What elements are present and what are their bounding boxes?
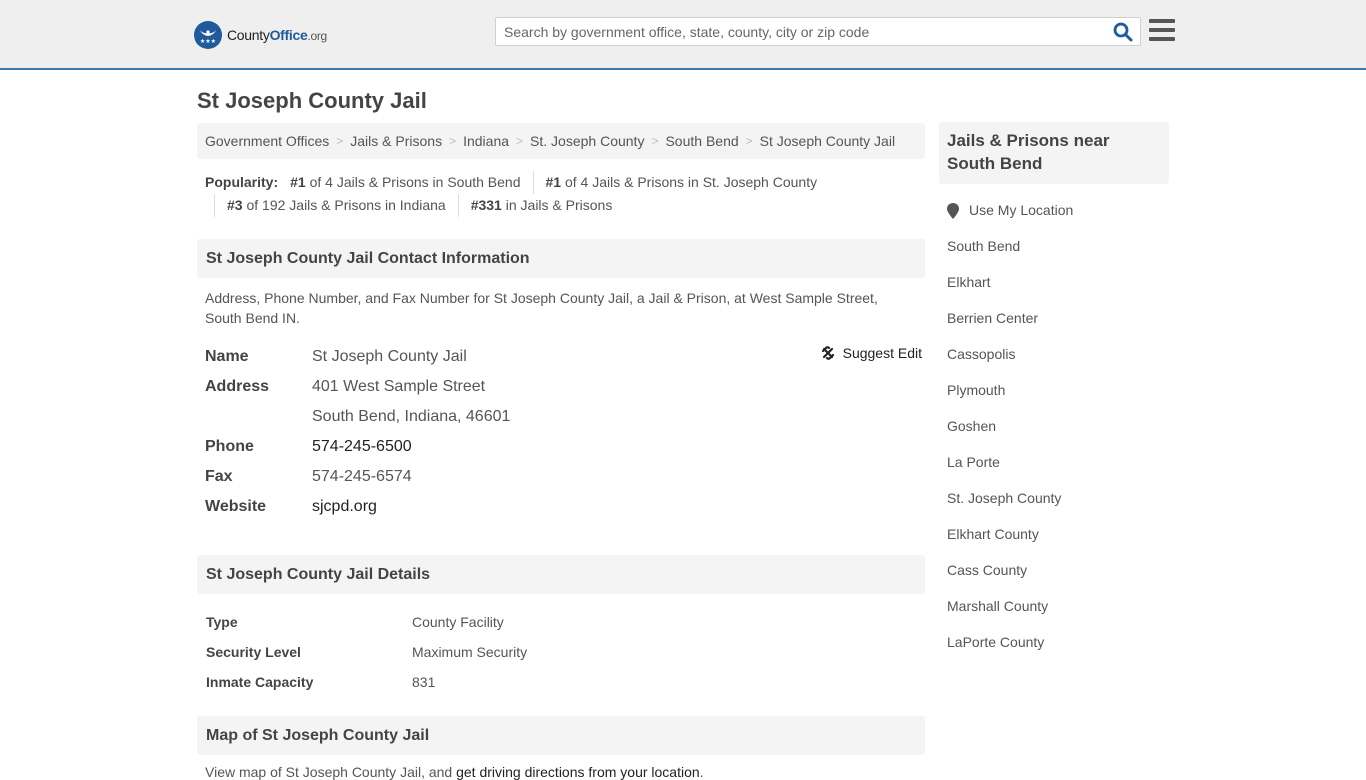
popularity-label: Popularity: [205,174,279,190]
nearby-link[interactable]: St. Joseph County [947,490,1061,506]
use-my-location[interactable]: Use My Location [947,202,1169,238]
breadcrumb-st-joseph-county[interactable]: St. Joseph County [530,133,644,149]
eagle-logo-icon: ★★★ [194,21,222,49]
contact-info: Suggest Edit Name St Joseph County Jail … [197,328,925,522]
breadcrumb-jails-prisons[interactable]: Jails & Prisons [350,133,442,149]
facility-name: St Joseph County Jail [312,348,467,365]
nearby-link[interactable]: Cass County [947,562,1027,578]
sidebar-heading: Jails & Prisons near South Bend [939,122,1169,184]
breadcrumb: Government Offices > Jails & Prisons > I… [197,123,925,159]
top-bar: ★★★ CountyOffice.org [0,0,1366,70]
phone-row: Phone 574-245-6500 [205,438,412,455]
nearby-link[interactable]: Elkhart County [947,526,1039,542]
main-content: Government Offices > Jails & Prisons > I… [197,123,925,780]
breadcrumb-separator: > [336,134,344,148]
details-table: Type County Facility Security Level Maxi… [197,594,925,697]
nearby-link[interactable]: Elkhart [947,274,991,290]
nearby-link[interactable]: Plymouth [947,382,1005,398]
nearby-link[interactable]: Berrien Center [947,310,1038,326]
contact-heading: St Joseph County Jail Contact Informatio… [197,239,925,278]
website-link[interactable]: sjcpd.org [312,498,377,515]
nearby-list: Use My Location South Bend Elkhart Berri… [939,184,1169,670]
search-icon [1113,22,1133,42]
breadcrumb-government-offices[interactable]: Government Offices [205,133,329,149]
unlink-icon [821,346,834,360]
breadcrumb-separator: > [516,134,524,148]
hamburger-menu-icon[interactable] [1149,19,1175,43]
page-title: St Joseph County Jail [197,88,427,113]
fax-row: Fax 574-245-6574 [205,462,917,492]
name-row: Name St Joseph County Jail [205,342,917,372]
svg-text:★★★: ★★★ [200,38,216,45]
address-row-2: South Bend, Indiana, 46601 [205,402,917,432]
suggest-edit[interactable]: Suggest Edit [820,345,922,361]
sidebar: Jails & Prisons near South Bend Use My L… [939,122,1169,670]
search-button[interactable] [1112,21,1134,43]
breadcrumb-separator: > [449,134,457,148]
site-logo[interactable]: ★★★ CountyOffice.org [194,21,327,49]
popularity-rank: #3 of 192 Jails & Prisons in Indiana [214,194,458,217]
detail-row: Type County Facility [206,614,504,630]
address-row: Address 401 West Sample Street [205,372,917,402]
nearby-link[interactable]: Marshall County [947,598,1048,614]
search-input[interactable] [496,18,1096,45]
popularity: Popularity: #1 of 4 Jails & Prisons in S… [197,159,925,217]
detail-row: Inmate Capacity 831 [206,674,436,690]
popularity-rank: #1 of 4 Jails & Prisons in South Bend [290,174,521,190]
popularity-rank: #1 of 4 Jails & Prisons in St. Joseph Co… [532,171,830,194]
website-row: Website sjcpd.org [205,498,377,515]
breadcrumb-south-bend[interactable]: South Bend [665,133,738,149]
popularity-rank: #331 in Jails & Prisons [457,194,625,217]
detail-row: Security Level Maximum Security [206,644,528,660]
breadcrumb-separator: > [651,134,659,148]
contact-description: Address, Phone Number, and Fax Number fo… [205,290,878,326]
suggest-edit-link[interactable]: Suggest Edit [843,345,922,361]
breadcrumb-current: St Joseph County Jail [759,133,896,149]
phone-link[interactable]: 574-245-6500 [312,438,412,455]
logo-text: CountyOffice.org [227,27,327,43]
breadcrumb-separator: > [745,134,753,148]
search-box [495,17,1141,46]
map-heading: Map of St Joseph County Jail [197,716,925,755]
breadcrumb-indiana[interactable]: Indiana [463,133,509,149]
nearby-link[interactable]: La Porte [947,454,1000,470]
use-my-location-link[interactable]: Use My Location [969,202,1073,218]
driving-directions-link[interactable]: get driving directions from your locatio… [456,764,700,780]
address-line2: South Bend, Indiana, 46601 [312,408,511,425]
nearby-link[interactable]: South Bend [947,238,1020,254]
nearby-link[interactable]: Cassopolis [947,346,1015,362]
address-line1: 401 West Sample Street [312,378,486,395]
map-pin-icon [947,203,959,219]
nearby-link[interactable]: LaPorte County [947,634,1044,650]
fax-number: 574-245-6574 [312,468,412,485]
nearby-link[interactable]: Goshen [947,418,996,434]
details-heading: St Joseph County Jail Details [197,555,925,594]
